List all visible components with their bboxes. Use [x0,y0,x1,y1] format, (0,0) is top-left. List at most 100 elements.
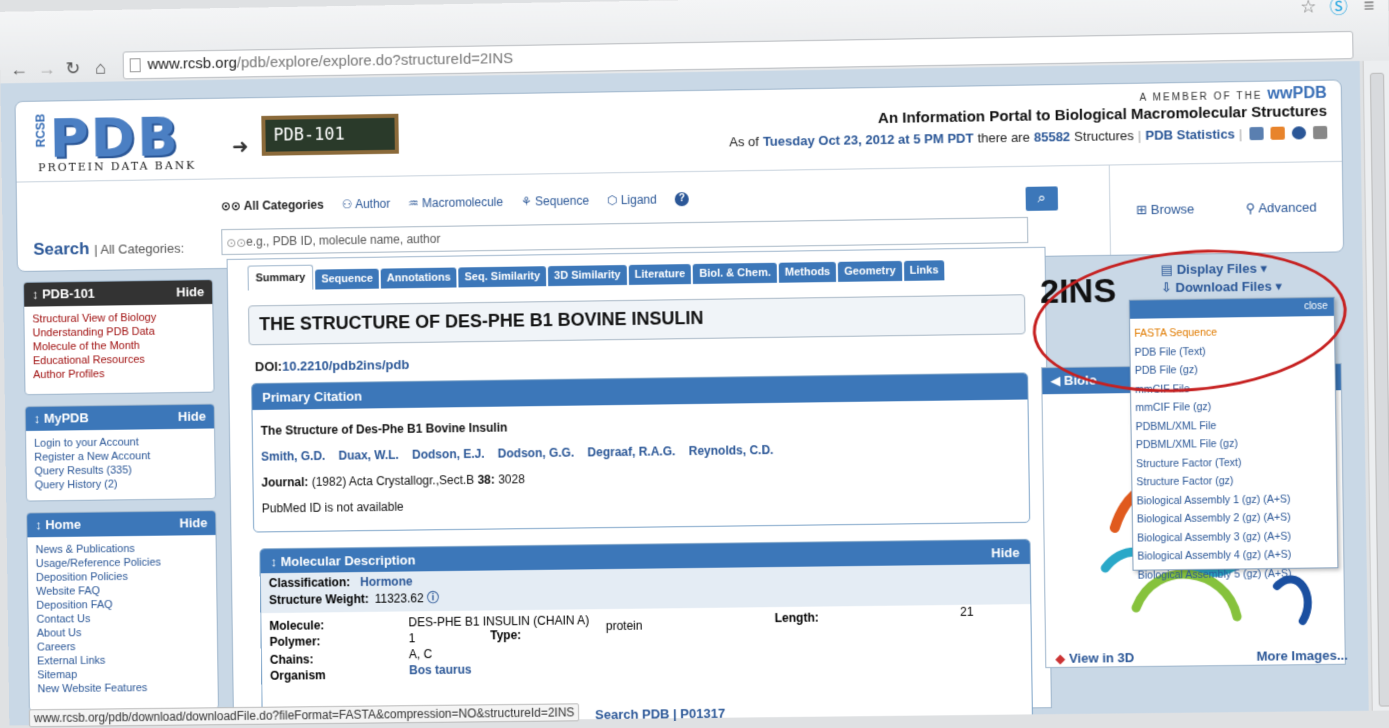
tab-3d-similarity[interactable]: 3D Similarity [548,264,627,287]
classification-link[interactable]: Hormone [360,574,413,589]
browser-window: ☆ Ⓢ ≡ ← → ↻ ⌂ www.rcsb.org/pdb/explore/e… [0,0,1389,728]
tab-biol-chem[interactable]: Biol. & Chem. [693,262,777,285]
pdb101-badge[interactable]: PDB-101 [261,113,399,156]
skype-icon[interactable]: Ⓢ [1327,0,1350,17]
sidebar-item[interactable]: Query History (2) [35,476,209,492]
author-link[interactable]: Reynolds, C.D. [689,443,774,458]
molecular-description-panel: ↕ Molecular Description Hide Classificati… [259,538,1033,726]
author-link[interactable]: Smith, G.D. [261,449,325,464]
as-of-prefix: As of [729,133,759,150]
polymer-label: Polymer: [269,634,321,649]
type-label: Type: [490,628,522,643]
rcsb-pdb-logo[interactable]: RCSB PDB PROTEIN DATA BANK [33,105,232,175]
scrollbar-thumb[interactable] [1369,72,1389,707]
forward-icon[interactable]: → [38,59,56,80]
author-link[interactable]: Dodson, G.G. [498,446,575,461]
sidebar-mypdb-header[interactable]: ↕ MyPDB Hide [25,404,215,431]
sidebar-home-header[interactable]: ↕ Home Hide [27,511,216,538]
sidebar-pdb101: ↕ PDB-101 Hide Structural View of Biology… [22,279,215,396]
as-of-date: Tuesday Oct 23, 2012 at 5 PM PDT [762,130,974,149]
category-macromolecule[interactable]: ♒ Macromolecule [408,195,503,210]
search-help-icon[interactable]: ? [674,192,689,207]
back-icon[interactable]: ← [10,59,28,80]
author-link[interactable]: Degraaf, R.A.G. [587,444,675,459]
pdb-statistics-link[interactable]: PDB Statistics [1145,126,1235,142]
tab-geometry[interactable]: Geometry [838,260,902,282]
wwpdb-logo: wwPDB [1267,84,1327,103]
molecule-label: Molecule: [269,618,325,633]
toolbar-icons: ☆ Ⓢ ≡ [1297,0,1380,18]
tab-summary[interactable]: Summary [247,264,314,291]
menu-icon[interactable]: ≡ [1358,0,1381,17]
molecule-value: DES-PHE B1 INSULIN (CHAIN A) [408,613,590,630]
uniprot-link[interactable]: P01317 [680,706,725,721]
category-ligand[interactable]: ⬡ Ligand [607,193,657,208]
hide-molecular[interactable]: Hide [991,545,1020,560]
chains-value: A, C [408,647,433,662]
logo-subtitle: PROTEIN DATA BANK [38,158,197,175]
type-value: protein [605,618,643,634]
browse-link[interactable]: ⊞ Browse [1136,201,1195,218]
structure-tabs: Summary Sequence Annotations Seq. Simila… [247,255,945,291]
site-header: RCSB PDB PROTEIN DATA BANK ➜ PDB-101 A M… [14,79,1345,273]
sidebar-mypdb: ↕ MyPDB Hide Login to your Account Regist… [24,403,217,502]
structure-title: THE STRUCTURE OF DES-PHE B1 BOVINE INSUL… [248,294,1026,346]
sidebar-pdb101-header[interactable]: ↕ PDB-101 Hide [23,280,213,307]
reload-icon[interactable]: ↻ [65,58,80,79]
search-icon: ⌕ [1037,189,1047,207]
organism-label: Organism [269,668,326,683]
tab-methods[interactable]: Methods [778,261,837,283]
category-sequence[interactable]: ⚘ Sequence [521,194,589,209]
view-in-3d-link[interactable]: ◆ View in 3D [1055,650,1134,667]
help-icon[interactable] [1291,126,1307,140]
advanced-search-link[interactable]: ⚲ Advanced [1246,199,1317,216]
menu-item[interactable]: Biological Assembly 5 (gz) (A+S) [1138,564,1334,585]
email-icon[interactable] [1249,126,1264,141]
tab-annotations[interactable]: Annotations [380,267,457,289]
main-content: Summary Sequence Annotations Seq. Simila… [226,246,1052,726]
tab-literature[interactable]: Literature [628,264,692,285]
search-category-row: ⊙⊙ All Categories ⚇ Author ♒ Macromolecu… [221,192,689,213]
url-path: /pdb/explore/explore.do?structureId=2INS [236,49,514,72]
author-link[interactable]: Duax, W.L. [338,448,399,463]
author-link[interactable]: Dodson, E.J. [412,447,485,462]
menu-item[interactable]: Biological Assembly 3 (gz) (A+S) [1137,527,1333,548]
menu-item[interactable]: Biological Assembly 1 (gz) (A+S) [1136,489,1332,510]
doi-link[interactable]: 10.2210/pdb2ins/pdb [282,357,409,374]
chains-label: Chains: [269,652,314,667]
hide-mypdb[interactable]: Hide [178,409,206,425]
search-placeholder: e.g., PDB ID, molecule name, author [246,231,441,249]
doi-label: DOI: [254,358,283,375]
print-icon[interactable] [1313,125,1328,140]
hide-home[interactable]: Hide [179,515,207,531]
menu-item[interactable]: Biological Assembly 2 (gz) (A+S) [1137,508,1333,529]
search-label: Search | All Categories: [33,239,185,259]
home-icon[interactable]: ⌂ [95,58,106,79]
menu-item[interactable]: Biological Assembly 4 (gz) (A+S) [1137,545,1333,566]
hide-pdb101[interactable]: Hide [176,284,204,300]
search-button[interactable]: ⌕ [1025,186,1059,211]
organism-link[interactable]: Bos taurus [409,663,472,678]
tab-sequence[interactable]: Sequence [315,268,380,290]
there-are-text: there are [977,129,1030,146]
tab-links[interactable]: Links [903,260,945,281]
sidebar-item[interactable]: New Website Features [37,680,211,696]
menu-item[interactable]: Structure Factor (Text) [1136,452,1332,473]
menu-item[interactable]: Structure Factor (gz) [1136,471,1332,492]
length-value: 21 [960,604,974,619]
info-icon[interactable]: ⓘ [427,591,439,605]
category-author[interactable]: ⚇ Author [342,197,391,212]
more-images-link[interactable]: More Images... [1256,648,1347,665]
structure-count[interactable]: 85582 [1034,129,1071,145]
page-viewport: RCSB PDB PROTEIN DATA BANK ➜ PDB-101 A M… [0,61,1369,726]
sidebar-item[interactable]: Author Profiles [33,366,207,382]
primary-citation-panel: Primary Citation The Structure of Des-Ph… [251,372,1031,533]
member-text: A MEMBER OF THE [1139,90,1263,104]
rss-icon[interactable] [1270,126,1285,140]
tab-seq-similarity[interactable]: Seq. Similarity [458,266,547,288]
category-all[interactable]: ⊙⊙ All Categories [221,198,324,214]
tagline: An Information Portal to Biological Macr… [877,102,1328,128]
bookmark-star-icon[interactable]: ☆ [1297,0,1320,18]
search-pdb-link[interactable]: Search PDB | P01317 [595,706,725,722]
url-domain: www.rcsb.org [147,54,237,74]
